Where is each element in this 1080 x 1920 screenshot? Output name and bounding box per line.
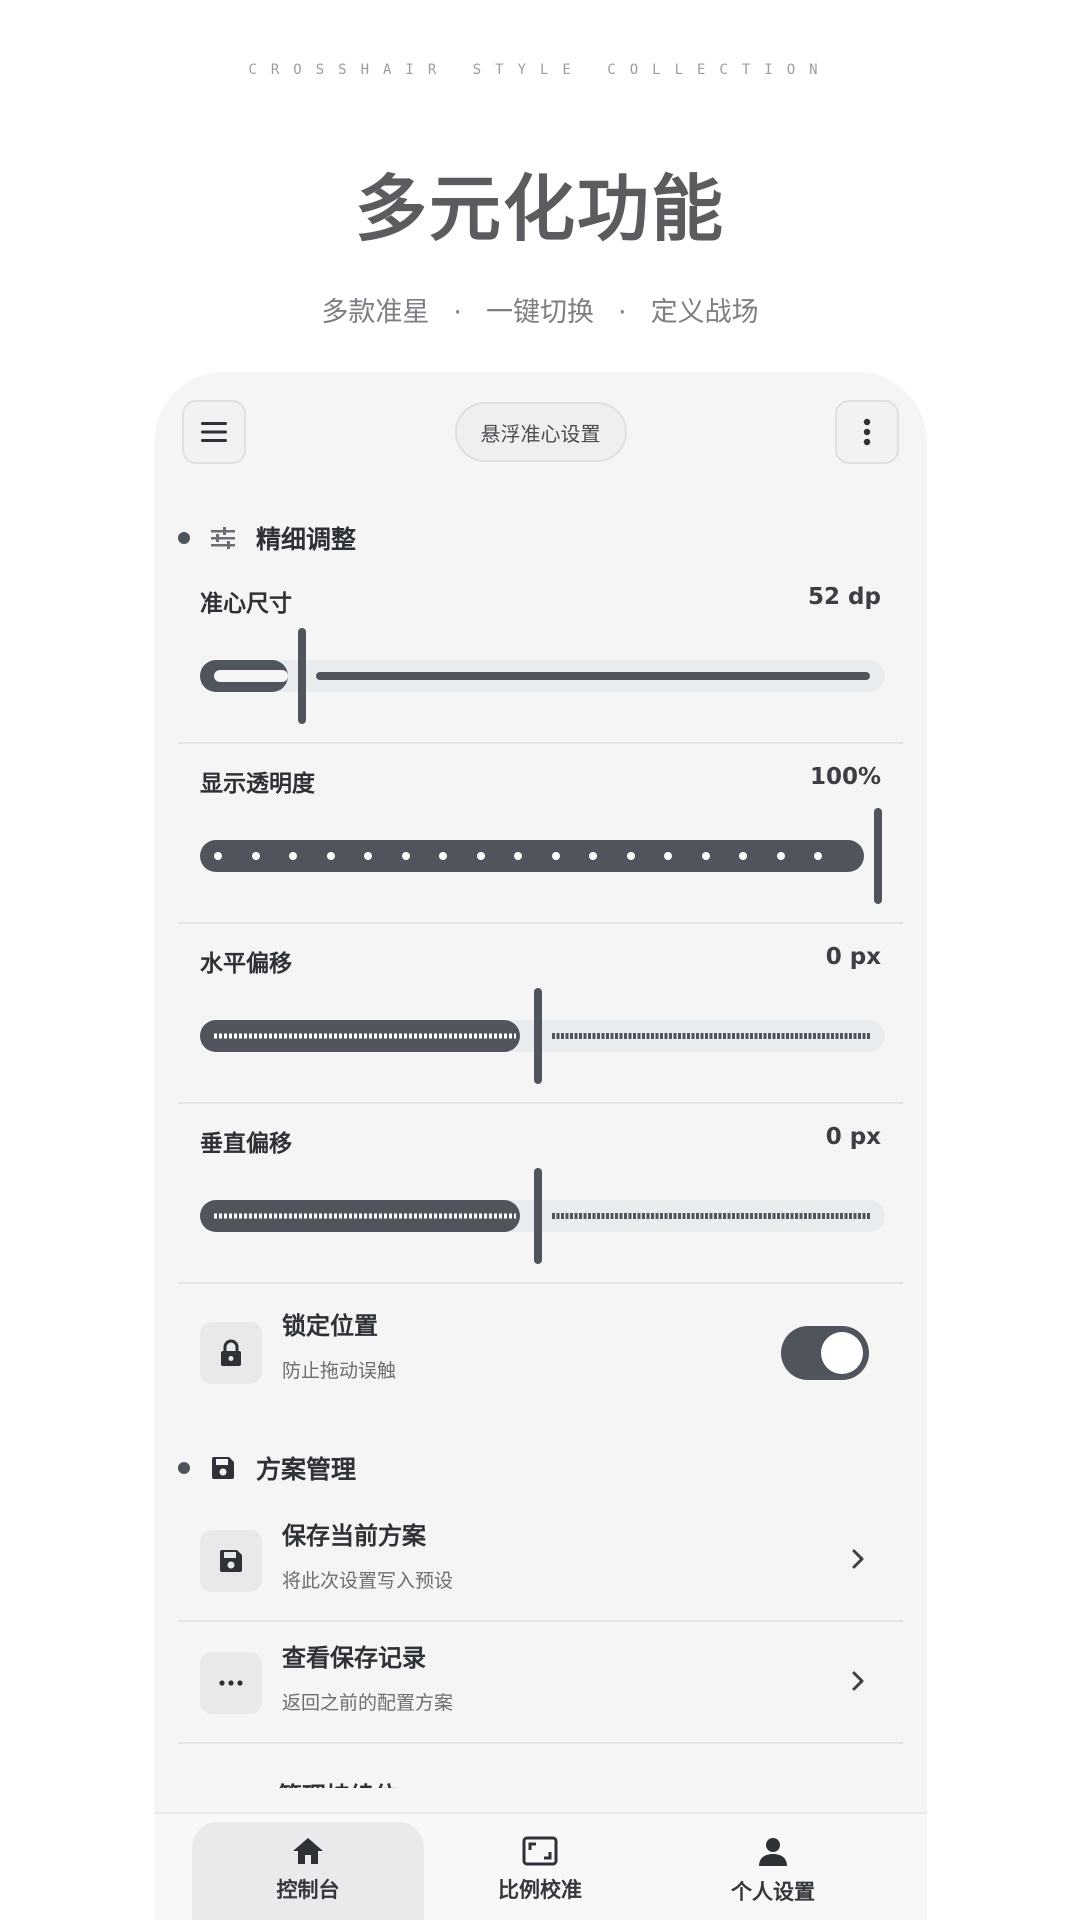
separator-dot-icon: · xyxy=(453,297,462,328)
top-bar: 悬浮准心设置 xyxy=(182,400,899,464)
slider-label: 水平偏移 xyxy=(200,951,292,977)
lock-icon-box xyxy=(200,1322,262,1384)
slider-vertical-offset: 垂直偏移 0 px xyxy=(178,1106,903,1284)
slider-thumb[interactable] xyxy=(534,988,542,1084)
chevron-right-icon xyxy=(843,1544,873,1574)
more-options-button[interactable] xyxy=(835,400,899,464)
more-vertical-icon xyxy=(863,418,871,446)
menu-button[interactable] xyxy=(182,400,246,464)
list-item-title: 保存当前方案 xyxy=(282,1522,426,1550)
tagline: CROSSHAIR STYLE COLLECTION xyxy=(248,62,832,78)
section-title: 方案管理 xyxy=(256,1455,357,1484)
slider-value: 52 dp xyxy=(808,584,881,610)
list-item-title: 查看保存记录 xyxy=(282,1644,426,1672)
home-icon xyxy=(293,1838,323,1864)
lock-subtitle: 防止拖动误触 xyxy=(282,1360,397,1382)
feature-list: 多款准星 · 一键切换 · 定义战场 xyxy=(0,290,1080,329)
slider-label: 显示透明度 xyxy=(200,771,315,797)
vertical-offset-slider[interactable] xyxy=(200,1166,885,1266)
nav-item-console[interactable]: 控制台 xyxy=(192,1822,424,1920)
feature-1: 多款准星 xyxy=(321,297,430,328)
save-icon xyxy=(220,1550,242,1572)
slider-label: 准心尺寸 xyxy=(200,591,292,617)
toggle-knob xyxy=(821,1332,863,1374)
slider-value: 100% xyxy=(809,764,881,790)
slider-label: 垂直偏移 xyxy=(200,1131,292,1157)
slider-horizontal-offset: 水平偏移 0 px xyxy=(178,926,903,1104)
tune-icon xyxy=(208,523,238,553)
bullet-icon xyxy=(178,532,190,544)
section-profiles: 方案管理 xyxy=(178,1448,356,1488)
slider-thumb[interactable] xyxy=(874,808,882,904)
list-item-save-profile[interactable]: 保存当前方案 将此次设置写入预设 xyxy=(178,1502,903,1622)
save-icon xyxy=(208,1453,238,1483)
nav-item-personal[interactable]: 个人设置 xyxy=(657,1822,889,1920)
overlay-settings-chip[interactable]: 悬浮准心设置 xyxy=(454,402,627,462)
list-item-title: 管理持续位 xyxy=(278,1776,398,1788)
save-icon-box xyxy=(200,1530,262,1592)
bullet-icon xyxy=(178,1462,190,1474)
lock-toggle[interactable] xyxy=(781,1326,869,1380)
feature-3: 定义战场 xyxy=(650,297,759,328)
opacity-slider[interactable] xyxy=(200,806,885,906)
list-item-subtitle: 返回之前的配置方案 xyxy=(282,1692,454,1714)
aspect-ratio-icon xyxy=(522,1836,558,1866)
section-fine-tune: 精细调整 xyxy=(178,518,356,558)
separator-dot-icon: · xyxy=(618,297,627,328)
lock-title: 锁定位置 xyxy=(282,1312,378,1340)
nav-item-calibration[interactable]: 比例校准 xyxy=(424,1822,656,1920)
more-horizontal-icon xyxy=(219,1680,243,1686)
lock-position-row: 锁定位置 防止拖动误触 xyxy=(178,1302,903,1422)
bottom-nav: 控制台 比例校准 个人设置 xyxy=(154,1812,927,1920)
headline: 多元化功能 xyxy=(354,167,725,251)
nav-label: 比例校准 xyxy=(498,1878,582,1902)
person-icon xyxy=(759,1838,787,1866)
section-title: 精细调整 xyxy=(256,525,357,554)
slider-size: 准心尺寸 52 dp xyxy=(178,566,903,744)
slider-opacity: 显示透明度 100% xyxy=(178,746,903,924)
horizontal-offset-slider[interactable] xyxy=(200,986,885,1086)
slider-value: 0 px xyxy=(825,944,881,970)
menu-icon xyxy=(201,422,227,442)
size-slider[interactable] xyxy=(200,626,885,726)
lock-icon xyxy=(221,1339,241,1366)
phone-screen: 悬浮准心设置 精细调整 准心尺寸 52 dp 显示透明度 100% 水平偏移 0… xyxy=(154,372,927,1920)
chevron-right-icon xyxy=(843,1666,873,1696)
nav-label: 个人设置 xyxy=(731,1880,815,1904)
feature-2: 一键切换 xyxy=(486,297,594,328)
list-item-subtitle: 将此次设置写入预设 xyxy=(282,1570,454,1592)
list-item-view-history[interactable]: 查看保存记录 返回之前的配置方案 xyxy=(178,1624,903,1744)
nav-label: 控制台 xyxy=(276,1878,340,1902)
slider-thumb[interactable] xyxy=(298,628,306,724)
list-item-clipped[interactable]: 管理持续位 xyxy=(178,1762,903,1788)
slider-thumb[interactable] xyxy=(534,1168,542,1264)
more-icon-box xyxy=(200,1652,262,1714)
slider-value: 0 px xyxy=(825,1124,881,1150)
